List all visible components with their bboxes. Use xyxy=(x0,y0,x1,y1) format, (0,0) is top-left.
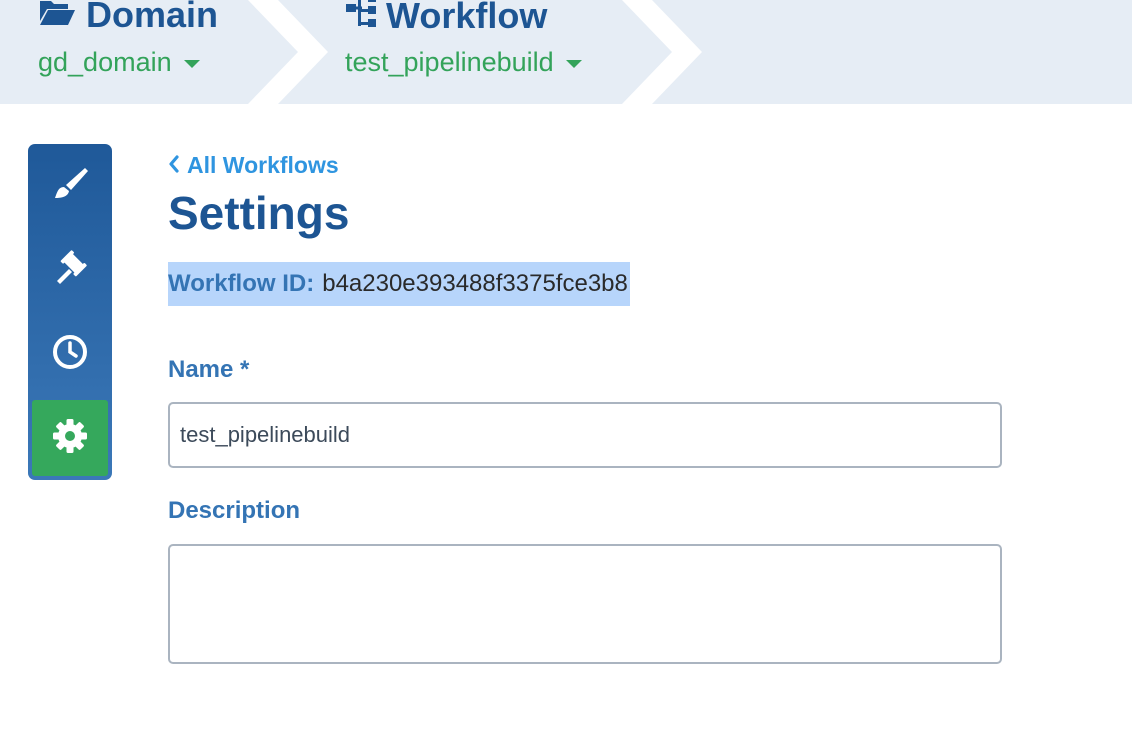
workflow-value: test_pipelinebuild xyxy=(345,47,554,77)
domain-value: gd_domain xyxy=(38,47,172,77)
nav-item-history[interactable] xyxy=(28,312,112,396)
domain-select[interactable]: gd_domain xyxy=(38,47,200,78)
workflow-title: Workflow xyxy=(386,0,548,36)
page-title: Settings xyxy=(168,187,350,239)
domain-heading: Domain xyxy=(38,0,218,36)
nav-item-design[interactable] xyxy=(28,144,112,228)
paintbrush-icon xyxy=(51,165,89,208)
all-workflows-link[interactable]: All Workflows xyxy=(168,152,339,179)
name-field[interactable] xyxy=(168,402,1002,468)
folder-open-icon xyxy=(38,0,76,36)
clock-icon xyxy=(51,333,89,376)
sitemap-icon xyxy=(346,0,376,37)
chevron-left-icon xyxy=(168,152,180,179)
breadcrumb-bar: Domain gd_domain Workflow test_pipelineb… xyxy=(0,0,1132,104)
all-workflows-label: All Workflows xyxy=(187,152,339,178)
description-label: Description xyxy=(168,497,301,524)
side-nav xyxy=(28,144,112,480)
caret-down-icon xyxy=(565,59,582,68)
workflow-id-value: b4a230e393488f3375fce3b8 xyxy=(322,270,628,297)
description-field[interactable] xyxy=(168,544,1002,664)
nav-item-settings[interactable] xyxy=(32,400,108,476)
workflow-heading: Workflow xyxy=(346,0,547,37)
domain-title: Domain xyxy=(86,0,219,35)
name-label: Name * xyxy=(168,356,250,383)
workflow-id: Workflow ID: b4a230e393488f3375fce3b8 xyxy=(168,262,630,306)
workflow-select[interactable]: test_pipelinebuild xyxy=(345,47,582,78)
caret-down-icon xyxy=(183,59,200,68)
gear-icon xyxy=(51,417,89,460)
nav-item-build[interactable] xyxy=(28,228,112,312)
workflow-id-label: Workflow ID: xyxy=(168,270,315,297)
gavel-icon xyxy=(51,249,89,292)
